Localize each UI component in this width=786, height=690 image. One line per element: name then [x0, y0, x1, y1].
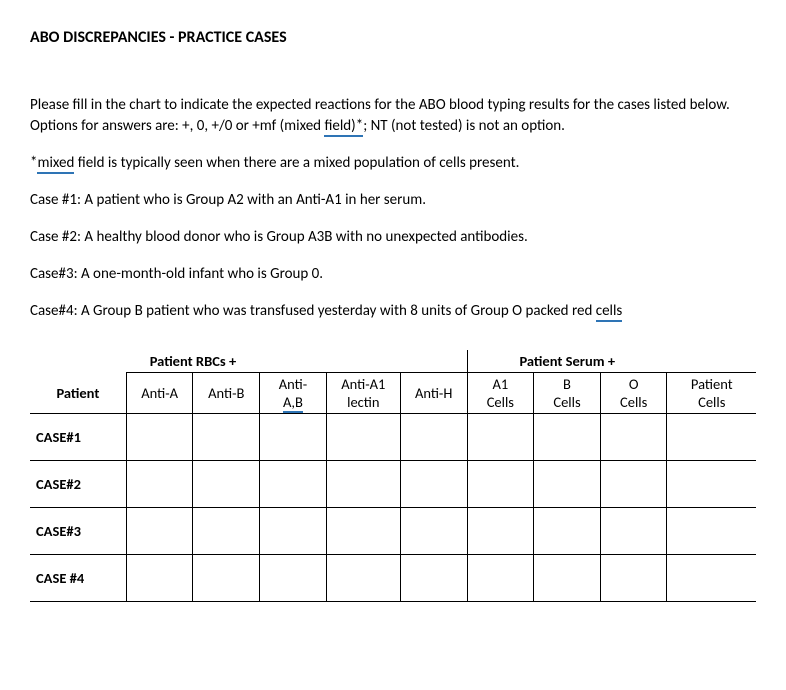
page-title: ABO DISCREPANCIES - PRACTICE CASES [30, 28, 756, 47]
table-column-header-row: Patient Anti-A Anti-B Anti- A,B Anti-A1 … [30, 373, 756, 414]
cell[interactable] [600, 461, 667, 508]
blank-header [30, 350, 126, 373]
cell[interactable] [193, 461, 260, 508]
intro-paragraph-1: Please fill in the chart to indicate the… [30, 95, 756, 137]
cell[interactable] [193, 508, 260, 555]
serum-section-header: Patient Serum + [467, 350, 667, 373]
blank-header [667, 350, 756, 373]
col-label: Cells [553, 393, 580, 411]
cell[interactable] [126, 461, 193, 508]
col-label: B [563, 375, 571, 393]
col-label: O [629, 375, 639, 393]
table-section-header-row: Patient RBCs + Patient Serum + [30, 350, 756, 373]
spellcheck-underline: mixed [37, 154, 74, 174]
col-label: Patient [691, 375, 733, 393]
spellcheck-underline: cells [596, 302, 623, 322]
reaction-table: Patient RBCs + Patient Serum + Patient A… [30, 350, 756, 602]
cell[interactable] [534, 508, 601, 555]
cell[interactable] [400, 461, 467, 508]
rbcs-section-header: Patient RBCs + [126, 350, 259, 373]
col-anti-a: Anti-A [126, 373, 193, 414]
table-row: CASE#2 [30, 461, 756, 508]
col-o-cells: O Cells [600, 373, 667, 414]
table-row: CASE#1 [30, 414, 756, 461]
cell[interactable] [600, 414, 667, 461]
cell[interactable] [326, 461, 400, 508]
cell[interactable] [260, 508, 327, 555]
row-label: CASE#2 [30, 461, 126, 508]
cell[interactable] [667, 555, 756, 602]
col-label: Cells [620, 393, 647, 411]
cell[interactable] [467, 461, 534, 508]
col-label: Cells [698, 393, 725, 411]
case-1-text: Case #1: A patient who is Group A2 with … [30, 190, 756, 211]
cell[interactable] [667, 461, 756, 508]
col-anti-ab: Anti- A,B [260, 373, 327, 414]
cell[interactable] [126, 414, 193, 461]
col-label: lectin [347, 393, 379, 411]
cell[interactable] [326, 555, 400, 602]
row-label: CASE #4 [30, 555, 126, 602]
cell[interactable] [326, 508, 400, 555]
cell[interactable] [400, 508, 467, 555]
cell[interactable] [467, 414, 534, 461]
cell[interactable] [534, 461, 601, 508]
cell[interactable] [126, 508, 193, 555]
col-patient-cells: Patient Cells [667, 373, 756, 414]
case-text: Case#4: A Group B patient who was transf… [30, 302, 596, 320]
intro-text: ; NT (not tested) is not an option. [363, 117, 565, 135]
cell[interactable] [260, 555, 327, 602]
spellcheck-underline: field)* [324, 117, 363, 137]
cell[interactable] [667, 508, 756, 555]
col-b-cells: B Cells [534, 373, 601, 414]
cell[interactable] [600, 555, 667, 602]
table-row: CASE #4 [30, 555, 756, 602]
row-label: CASE#3 [30, 508, 126, 555]
col-label: A1 [492, 375, 508, 393]
case-2-text: Case #2: A healthy blood donor who is Gr… [30, 227, 756, 248]
case-3-text: Case#3: A one-month-old infant who is Gr… [30, 264, 756, 285]
col-patient: Patient [30, 373, 126, 414]
cell[interactable] [193, 414, 260, 461]
cell[interactable] [600, 508, 667, 555]
case-4-text: Case#4: A Group B patient who was transf… [30, 301, 756, 322]
cell[interactable] [260, 461, 327, 508]
cell[interactable] [400, 555, 467, 602]
col-anti-h: Anti-H [400, 373, 467, 414]
intro-paragraph-2: *mixed field is typically seen when ther… [30, 153, 756, 174]
cell[interactable] [260, 414, 327, 461]
cell[interactable] [534, 414, 601, 461]
col-label: Anti- [279, 375, 307, 393]
row-label: CASE#1 [30, 414, 126, 461]
cell[interactable] [534, 555, 601, 602]
col-anti-b: Anti-B [193, 373, 260, 414]
col-label: Cells [487, 393, 514, 411]
cell[interactable] [193, 555, 260, 602]
intro-text: field is typically seen when there are a… [74, 154, 519, 172]
col-a1-cells: A1 Cells [467, 373, 534, 414]
cell[interactable] [667, 414, 756, 461]
col-label: Anti-A1 [341, 375, 385, 393]
cell[interactable] [400, 414, 467, 461]
cell[interactable] [467, 508, 534, 555]
cell[interactable] [326, 414, 400, 461]
cell[interactable] [467, 555, 534, 602]
spellcheck-underline: A,B [283, 393, 303, 413]
table-row: CASE#3 [30, 508, 756, 555]
blank-header [260, 350, 467, 373]
cell[interactable] [126, 555, 193, 602]
col-anti-a1-lectin: Anti-A1 lectin [326, 373, 400, 414]
